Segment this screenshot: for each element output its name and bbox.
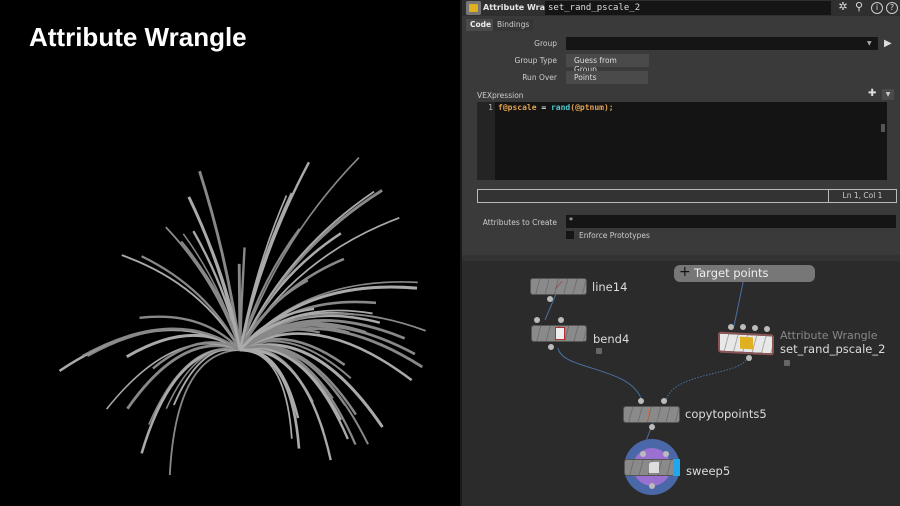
grass-geometry: [58, 156, 426, 476]
output-connector[interactable]: [547, 296, 553, 302]
input-connector[interactable]: [534, 317, 540, 323]
run-over-label: Run Over: [522, 73, 557, 82]
node-name-field[interactable]: set_rand_pscale_2: [545, 1, 831, 15]
search-icon[interactable]: ⚲: [853, 1, 865, 14]
input-connector[interactable]: [640, 451, 646, 457]
info-icon[interactable]: i: [871, 2, 883, 14]
output-connector[interactable]: [649, 483, 655, 489]
output-connector[interactable]: [548, 344, 554, 350]
node-label: line14: [592, 280, 628, 294]
output-connector[interactable]: [746, 355, 752, 361]
line-number: 1: [477, 102, 495, 180]
run-over-select[interactable]: Points: [566, 71, 648, 84]
copy-icon: [648, 409, 658, 420]
tab-code[interactable]: Code: [466, 19, 496, 31]
bend-icon: [555, 327, 565, 340]
node-label: copytopoints5: [685, 407, 767, 421]
network-wires: [544, 277, 748, 447]
node-copytopoints5[interactable]: [623, 406, 680, 423]
network-editor[interactable]: + Target points ⟋ line14 bend4 Attribute…: [462, 255, 900, 506]
input-connector[interactable]: [661, 398, 667, 404]
code-line: f@pscale = rand(@ptnum);: [498, 103, 614, 112]
lock-icon: [784, 360, 790, 366]
enforce-prototypes-checkbox[interactable]: [566, 231, 574, 239]
add-spare-parm-icon[interactable]: ✚: [868, 88, 876, 99]
vexpression-label: VEXpression: [477, 91, 524, 100]
input-connector[interactable]: [740, 324, 746, 330]
plus-icon: +: [679, 264, 691, 280]
input-connector[interactable]: [558, 317, 564, 323]
grass-strand: [168, 349, 241, 476]
output-connector[interactable]: [649, 424, 655, 430]
node-set-rand-pscale-2[interactable]: [718, 331, 774, 356]
cursor-position: Ln 1, Col 1: [828, 190, 896, 202]
group-type-label: Group Type: [514, 56, 557, 65]
display-flag[interactable]: [673, 459, 680, 476]
input-connector[interactable]: [638, 398, 644, 404]
node-label: bend4: [593, 332, 630, 346]
enforce-prototypes-label: Enforce Prototypes: [579, 231, 650, 240]
tab-bindings[interactable]: Bindings: [493, 19, 534, 31]
input-connector[interactable]: [764, 326, 770, 332]
wrangle-node-icon: [466, 1, 481, 15]
line-icon: ⟋: [555, 279, 563, 292]
lock-icon: [596, 348, 602, 354]
parameter-panel: Attribute Wrangle set_rand_pscale_2 ✲ ⚲ …: [462, 0, 900, 255]
vex-code-editor[interactable]: 1 f@pscale = rand(@ptnum);: [477, 102, 887, 180]
select-arrow-icon[interactable]: ▶: [884, 38, 892, 49]
3d-viewport[interactable]: Attribute Wrangle: [0, 0, 460, 506]
group-dropdown-icon[interactable]: ▼: [867, 40, 872, 47]
code-scrollbar[interactable]: [881, 124, 885, 132]
help-icon[interactable]: ?: [886, 2, 898, 14]
editor-status-bar: Ln 1, Col 1: [477, 189, 897, 203]
input-connector[interactable]: [663, 451, 669, 457]
node-sweep5[interactable]: [624, 459, 680, 476]
parameter-header: Attribute Wrangle set_rand_pscale_2 ✲ ⚲ …: [462, 0, 900, 16]
input-connector[interactable]: [752, 325, 758, 331]
group-field[interactable]: [566, 37, 878, 50]
group-type-select[interactable]: Guess from Group: [566, 54, 649, 74]
node-label: sweep5: [686, 464, 731, 478]
attributes-to-create-label: Attributes to Create: [482, 218, 557, 227]
gear-icon[interactable]: ✲: [837, 1, 849, 14]
group-label: Group: [534, 39, 557, 48]
sticky-note-text: Target points: [694, 266, 769, 280]
sticky-note-target-points[interactable]: + Target points: [674, 264, 815, 282]
node-line14[interactable]: ⟋: [530, 278, 587, 295]
node-type-label: Attribute Wrangle: [780, 329, 878, 342]
attributes-to-create-field[interactable]: *: [566, 215, 896, 228]
viewport-title: Attribute Wrangle: [29, 22, 247, 52]
node-bend4[interactable]: [531, 325, 587, 342]
node-label: set_rand_pscale_2: [780, 342, 886, 356]
grass-strand: [239, 348, 332, 461]
input-connector[interactable]: [728, 324, 734, 330]
sweep-icon: [649, 462, 659, 473]
wrangle-icon: [740, 336, 753, 350]
vex-menu-icon[interactable]: ▼: [882, 89, 894, 100]
